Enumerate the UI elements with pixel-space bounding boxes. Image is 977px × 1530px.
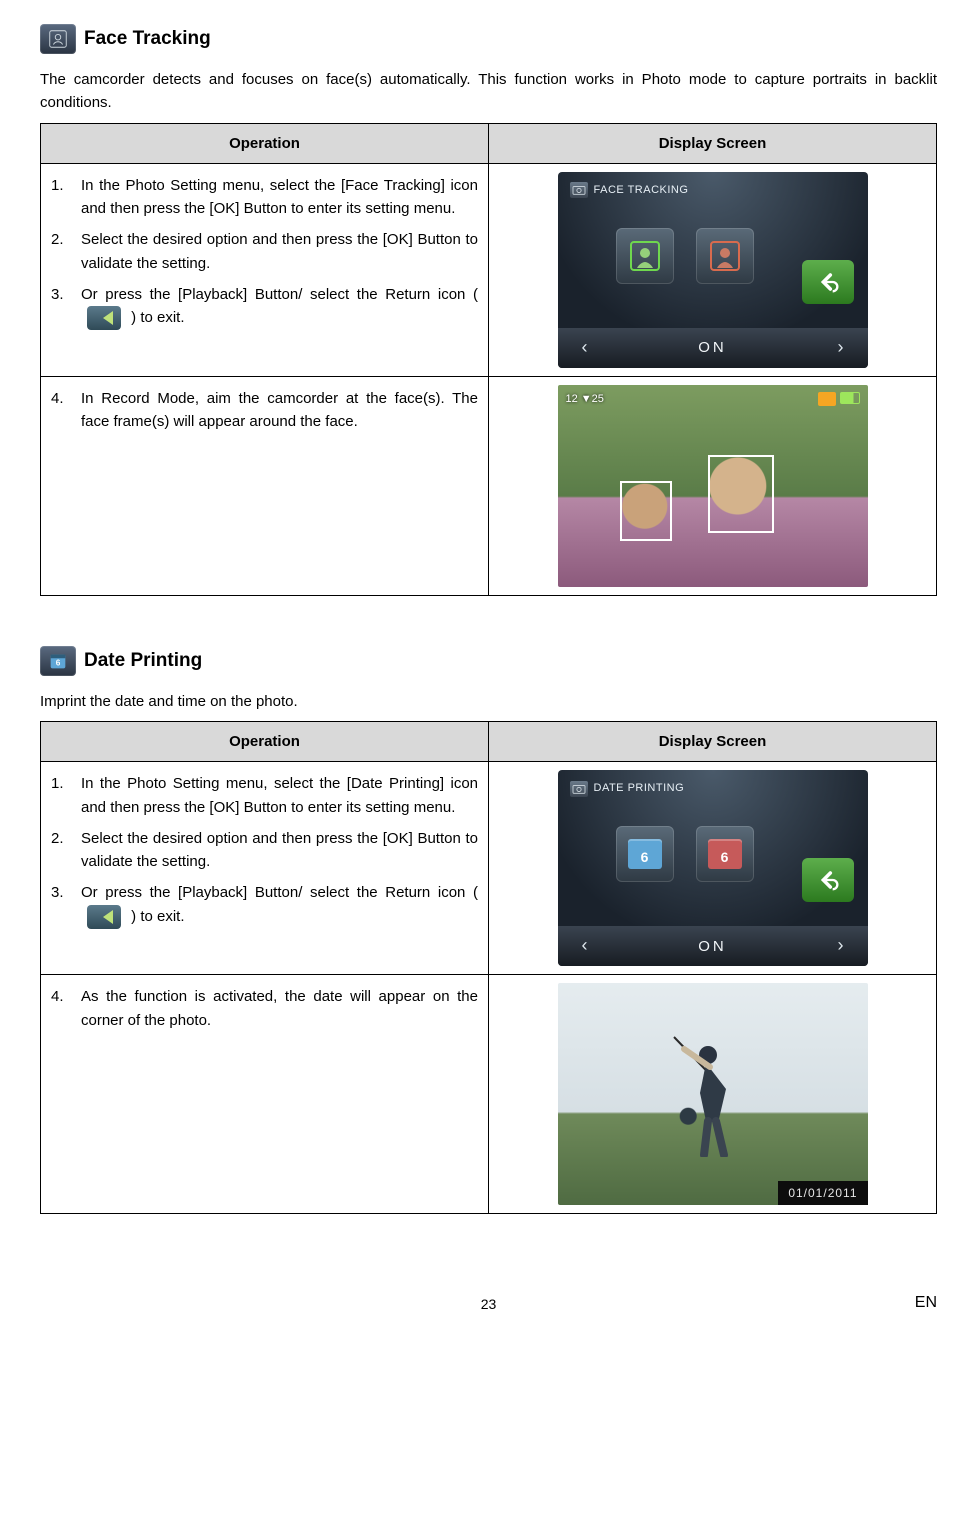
lcd-title: DATE PRINTING [594, 780, 685, 797]
list-item: 1.In the Photo Setting menu, select the … [51, 174, 478, 221]
example-photo-cell: 01/01/2011 [489, 975, 937, 1214]
hud-left: 12 ▼25 [566, 391, 604, 408]
chevron-left-icon[interactable]: ‹ [582, 334, 588, 362]
return-icon [87, 306, 121, 330]
lcd-state: ON [612, 935, 814, 958]
photo-hud: 12 ▼25 [566, 391, 860, 408]
lcd-state: ON [612, 336, 814, 359]
svg-text:6: 6 [56, 658, 61, 667]
language-label: EN [915, 1291, 937, 1316]
face-tracking-example-photo: 12 ▼25 [558, 385, 868, 587]
section-header-date-printing: 6 Date Printing [40, 646, 937, 676]
list-item: 1.In the Photo Setting menu, select the … [51, 772, 478, 819]
calendar-icon [708, 839, 742, 869]
date-stamp: 01/01/2011 [778, 1181, 867, 1206]
col-display-screen: Display Screen [489, 123, 937, 163]
section-intro: Imprint the date and time on the photo. [40, 690, 937, 713]
option-on[interactable] [616, 228, 674, 284]
steps-cell: 1.In the Photo Setting menu, select the … [41, 163, 489, 376]
section-intro: The camcorder detects and focuses on fac… [40, 68, 937, 115]
section-title: Date Printing [84, 646, 202, 675]
record-step-cell: 4.As the function is activated, the date… [41, 975, 489, 1214]
mode-badge-icon [818, 392, 836, 406]
list-item: 2.Select the desired option and then pre… [51, 827, 478, 874]
date-printing-example-photo: 01/01/2011 [558, 983, 868, 1205]
lcd-bottom-bar: ‹ ON › [558, 926, 868, 966]
face-frame [708, 455, 774, 533]
option-off[interactable] [696, 228, 754, 284]
return-button[interactable] [802, 858, 854, 902]
col-display-screen: Display Screen [489, 722, 937, 762]
list-item: 2.Select the desired option and then pre… [51, 228, 478, 275]
list-item: 4.In Record Mode, aim the camcorder at t… [51, 387, 478, 434]
lcd-title-row: DATE PRINTING [570, 780, 685, 797]
lcd-face-tracking: FACE TRACKING [558, 172, 868, 368]
col-operation: Operation [41, 123, 489, 163]
battery-icon [840, 392, 860, 404]
page-footer: 23 EN [40, 1294, 937, 1316]
lcd-title-row: FACE TRACKING [570, 182, 689, 199]
golfer-figure [666, 1027, 756, 1157]
list-item: 4.As the function is activated, the date… [51, 985, 478, 1032]
lcd-title: FACE TRACKING [594, 182, 689, 199]
list-item: 3.Or press the [Playback] Button/ select… [51, 881, 478, 928]
return-button[interactable] [802, 260, 854, 304]
record-step-cell: 4.In Record Mode, aim the camcorder at t… [41, 376, 489, 595]
chevron-right-icon[interactable]: › [838, 334, 844, 362]
chevron-left-icon[interactable]: ‹ [582, 932, 588, 960]
section-title: Face Tracking [84, 24, 211, 53]
camera-icon [570, 781, 588, 797]
date-printing-icon: 6 [40, 646, 76, 676]
display-screen-cell: DATE PRINTING ‹ ON › [489, 762, 937, 975]
calendar-icon [628, 839, 662, 869]
return-icon [87, 905, 121, 929]
steps-list: 1.In the Photo Setting menu, select the … [51, 174, 478, 330]
face-frame [620, 481, 672, 541]
option-off[interactable] [696, 826, 754, 882]
date-printing-table: Operation Display Screen 1.In the Photo … [40, 721, 937, 1214]
section-header-face-tracking: Face Tracking [40, 24, 937, 54]
steps-list: 1.In the Photo Setting menu, select the … [51, 772, 478, 928]
steps-cell: 1.In the Photo Setting menu, select the … [41, 762, 489, 975]
list-item: 3.Or press the [Playback] Button/ select… [51, 283, 478, 330]
chevron-right-icon[interactable]: › [838, 932, 844, 960]
camera-icon [570, 182, 588, 198]
page-number: 23 [481, 1294, 497, 1316]
col-operation: Operation [41, 722, 489, 762]
face-tracking-table: Operation Display Screen 1.In the Photo … [40, 123, 937, 596]
display-screen-cell: FACE TRACKING [489, 163, 937, 376]
option-on[interactable] [616, 826, 674, 882]
lcd-date-printing: DATE PRINTING ‹ ON › [558, 770, 868, 966]
face-tracking-icon [40, 24, 76, 54]
example-photo-cell: 12 ▼25 [489, 376, 937, 595]
lcd-bottom-bar: ‹ ON › [558, 328, 868, 368]
